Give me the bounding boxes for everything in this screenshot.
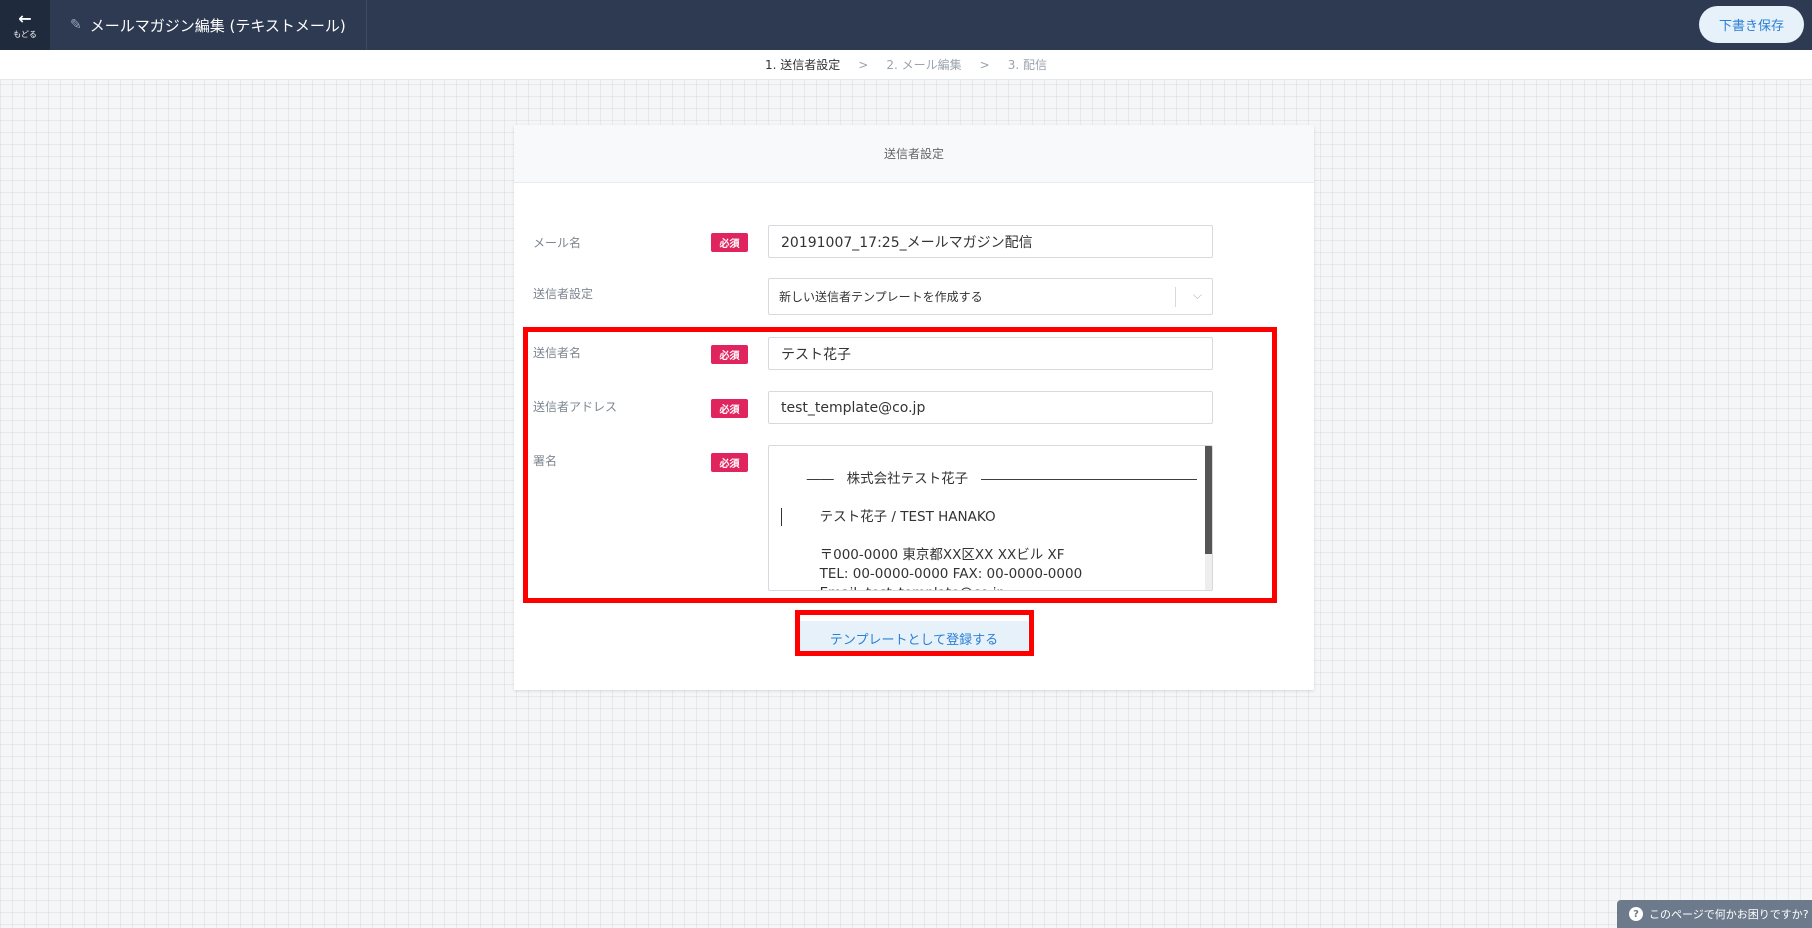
help-label: このページで何かお困りですか?	[1649, 908, 1809, 921]
step-mail-edit: 2. メール編集	[886, 58, 962, 72]
mail-name-label: メール名	[533, 236, 582, 250]
highlight-box-register-button	[795, 610, 1034, 656]
arrow-left-icon: ←	[18, 8, 32, 28]
back-button[interactable]: ← もどる	[0, 0, 50, 50]
sender-template-select[interactable]: 新しい送信者テンプレートを作成する ⌵	[768, 278, 1213, 315]
step-sender-settings: 1. 送信者設定	[765, 58, 841, 72]
sender-setting-label: 送信者設定	[533, 287, 594, 301]
help-button[interactable]: ? このページで何かお困りですか?	[1617, 900, 1812, 928]
step-indicator: 1. 送信者設定 > 2. メール編集 > 3. 配信	[0, 50, 1812, 80]
back-label: もどる	[13, 29, 37, 39]
highlight-box-sender-fields	[523, 327, 1277, 603]
step-separator: >	[979, 57, 990, 72]
select-divider	[1175, 287, 1176, 307]
step-delivery: 3. 配信	[1007, 58, 1047, 72]
required-badge: 必須	[711, 233, 748, 252]
card-header: 送信者設定	[514, 125, 1314, 183]
mail-name-input[interactable]	[768, 225, 1213, 258]
step-separator: >	[858, 57, 869, 72]
top-bar: ← もどる ✎ メールマガジン編集 (テキストメール) 下書き保存	[0, 0, 1812, 50]
page-title: メールマガジン編集 (テキストメール)	[89, 16, 346, 35]
page-title-area: ✎ メールマガジン編集 (テキストメール)	[50, 0, 367, 50]
save-draft-button[interactable]: 下書き保存	[1698, 6, 1804, 43]
chevron-down-icon: ⌵	[1192, 288, 1202, 302]
sender-template-selected: 新しい送信者テンプレートを作成する	[779, 290, 983, 304]
pencil-icon: ✎	[70, 17, 82, 33]
question-icon: ?	[1629, 907, 1643, 921]
